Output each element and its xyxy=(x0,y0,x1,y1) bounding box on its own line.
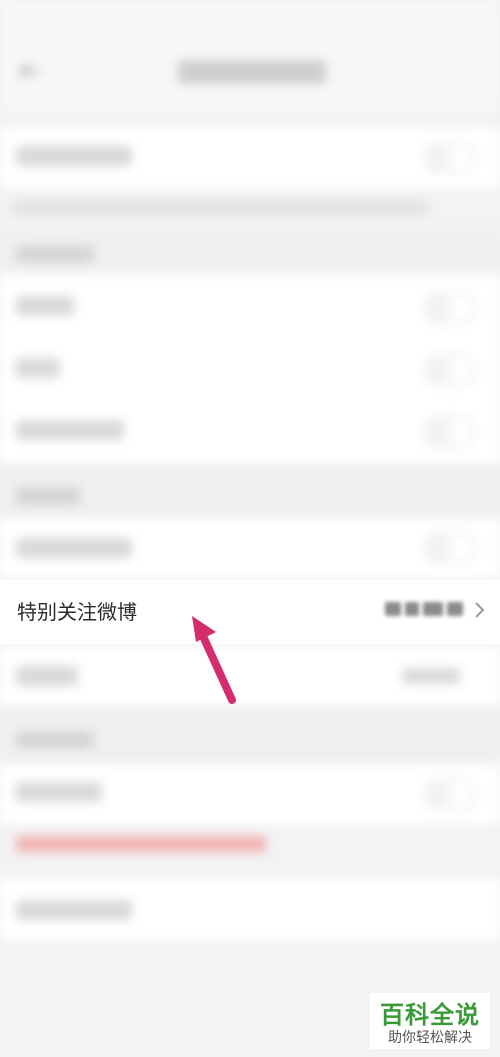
section-title xyxy=(16,732,94,748)
header xyxy=(0,0,500,110)
warning-text xyxy=(16,836,266,852)
section-title xyxy=(16,488,80,504)
toggle-switch[interactable] xyxy=(424,142,476,174)
row-value xyxy=(402,668,460,684)
row-label xyxy=(16,296,74,316)
row-label xyxy=(16,420,124,440)
toggle-switch[interactable] xyxy=(424,532,476,564)
row-label xyxy=(16,782,102,802)
toggle-switch[interactable] xyxy=(424,354,476,386)
toggle-switch[interactable] xyxy=(424,416,476,448)
special-follow-weibo-value xyxy=(385,602,463,618)
row-label xyxy=(16,358,60,378)
toggle-switch[interactable] xyxy=(424,778,476,810)
row-label xyxy=(16,666,78,686)
page-title xyxy=(178,60,326,84)
back-arrow-icon[interactable] xyxy=(18,62,42,80)
watermark-subtitle: 助你轻松解决 xyxy=(388,1030,472,1046)
chevron-right-icon xyxy=(474,601,486,619)
row-label xyxy=(16,538,132,558)
row-label xyxy=(16,146,132,166)
row-label xyxy=(16,900,132,920)
hint-text xyxy=(12,200,428,216)
section-title xyxy=(16,246,94,262)
special-follow-weibo-label: 特别关注微博 xyxy=(17,600,137,624)
watermark-logo: 百科全说 助你轻松解决 xyxy=(370,993,490,1049)
watermark-title: 百科全说 xyxy=(380,1001,480,1029)
toggle-switch[interactable] xyxy=(424,292,476,324)
annotation-arrow-icon xyxy=(180,608,250,712)
